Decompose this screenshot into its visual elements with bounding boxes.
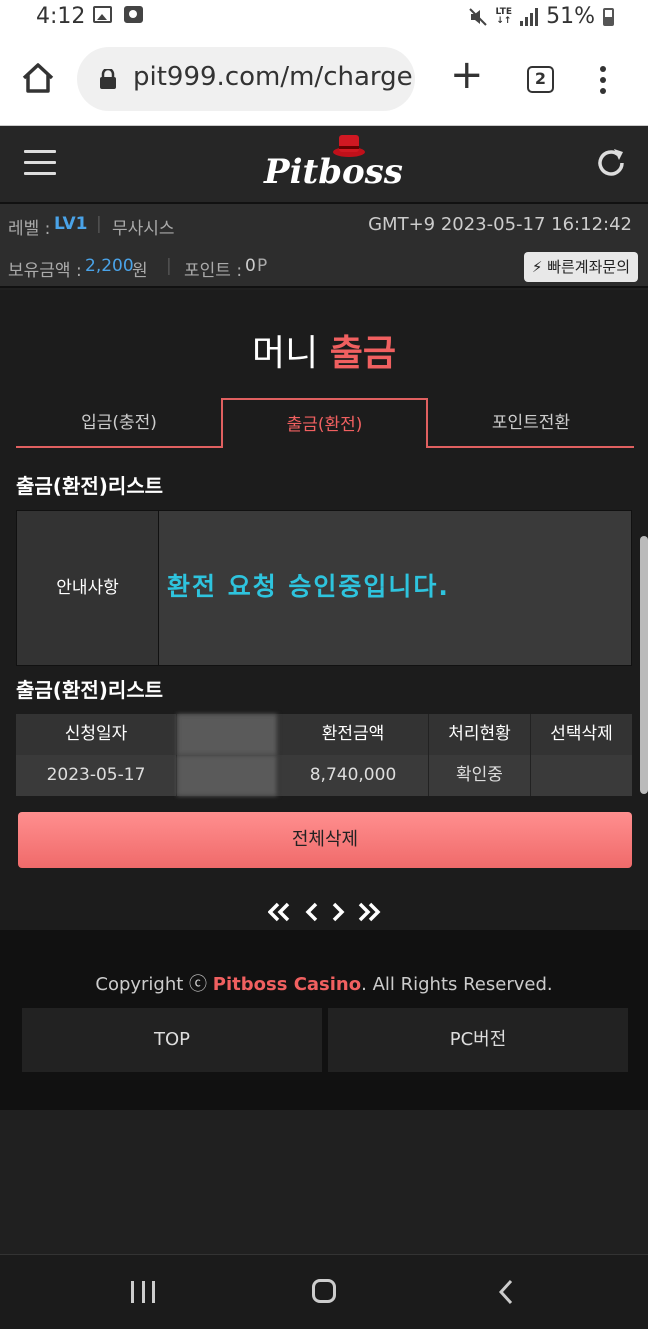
delete-all-button[interactable]: 전체삭제 [18,812,632,868]
balance-value: 2,200 [85,256,134,276]
battery-icon [603,7,614,26]
level-label: 레벨 : [8,219,51,239]
tab-point-convert[interactable]: 포인트전환 [428,398,634,448]
balance-unit: 원 [132,261,148,281]
list-title: 출금(환전)리스트 [16,678,164,702]
point-value: 0 [245,256,256,276]
pagination [268,902,381,922]
point-label: 포인트 : [184,261,243,281]
first-page-icon[interactable] [268,902,290,922]
lightning-icon: ⚡ [531,258,543,276]
page-blank-area [0,1110,648,1254]
header-redacted [177,714,278,755]
notice-text: 환전 요청 승인중입니다. [167,572,450,601]
mute-icon [468,7,487,26]
new-tab-plus-icon[interactable]: + [450,55,484,95]
footer: Copyright ⓒ Pitboss Casino. All Rights R… [0,930,648,1110]
image-icon [93,6,112,23]
battery-percent: 51% [546,4,595,29]
prev-page-icon[interactable] [305,902,318,922]
status-bar: 4:12 LTE ↓↑ 51% [0,0,648,34]
tab-switcher-button[interactable]: 2 [527,66,554,93]
balance-label: 보유금액 : [8,261,82,281]
pitboss-logo[interactable]: Pitboss [264,132,403,196]
notice-label: 안내사항 [17,511,159,665]
notice-box: 안내사항 환전 요청 승인중입니다. [16,510,632,666]
user-info-bar: 레벨 : LV1 | 무사시스 GMT+9 2023-05-17 16:12:4… [0,204,648,288]
scrollbar[interactable] [640,536,648,794]
system-nav-bar [0,1254,648,1329]
section-title: 출금(환전)리스트 [16,474,164,498]
tab-deposit[interactable]: 입금(충전) [16,398,222,448]
last-page-icon[interactable] [358,902,381,922]
page-title: 머니 출금 [252,333,396,374]
pc-version-button[interactable]: PC버전 [328,1008,628,1072]
header-amount: 환전금액 [278,714,429,755]
fast-inquiry-button[interactable]: ⚡ 빠른계좌문의 [523,252,638,282]
refresh-icon[interactable] [594,146,628,180]
home-nav-icon[interactable] [312,1279,336,1303]
withdraw-table: 신청일자 환전금액 처리현황 선택삭제 2023-05-17 8,740,000… [16,714,632,796]
level-value: LV1 [54,214,88,234]
recent-apps-icon[interactable] [131,1281,155,1303]
header-delete: 선택삭제 [550,724,613,744]
back-icon[interactable] [496,1279,516,1305]
cell-amount: 8,740,000 [278,755,429,796]
url-text: pit999.com/m/charge [133,62,413,92]
address-bar[interactable]: pit999.com/m/charge [77,47,415,111]
table-header: 신청일자 환전금액 처리현황 선택삭제 [16,714,632,755]
tab-withdraw[interactable]: 출금(환전) [221,398,428,448]
cell-date: 2023-05-17 [16,755,177,796]
more-options-icon[interactable] [598,66,608,94]
menu-hamburger-icon[interactable] [24,150,56,176]
server-datetime: GMT+9 2023-05-17 16:12:42 [368,214,632,235]
lte-indicator: LTE ↓↑ [495,6,513,26]
lock-icon [100,69,116,89]
username: 무사시스 [112,219,175,239]
clock-icon [124,6,143,23]
main-content: 머니 출금 입금(충전) 출금(환전) 포인트전환 출금(환전)리스트 안내사항… [0,290,648,930]
home-icon[interactable] [20,60,56,96]
browser-toolbar: pit999.com/m/charge + 2 [0,34,648,126]
table-row: 2023-05-17 8,740,000 확인중 [16,755,632,796]
header-date: 신청일자 [16,714,177,755]
status-time: 4:12 [36,4,86,29]
cell-status: 확인중 [429,755,531,796]
header-status: 처리현황 [429,714,531,755]
cell-delete-checkbox[interactable] [531,755,632,796]
tab-bar: 입금(충전) 출금(환전) 포인트전환 [16,398,634,448]
signal-icon [520,7,539,26]
next-page-icon[interactable] [332,902,345,922]
cell-redacted [177,755,278,796]
copyright-text: Copyright ⓒ Pitboss Casino. All Rights R… [95,974,553,995]
top-button[interactable]: TOP [22,1008,322,1072]
point-unit: P [257,256,268,276]
site-header: Pitboss [0,126,648,204]
